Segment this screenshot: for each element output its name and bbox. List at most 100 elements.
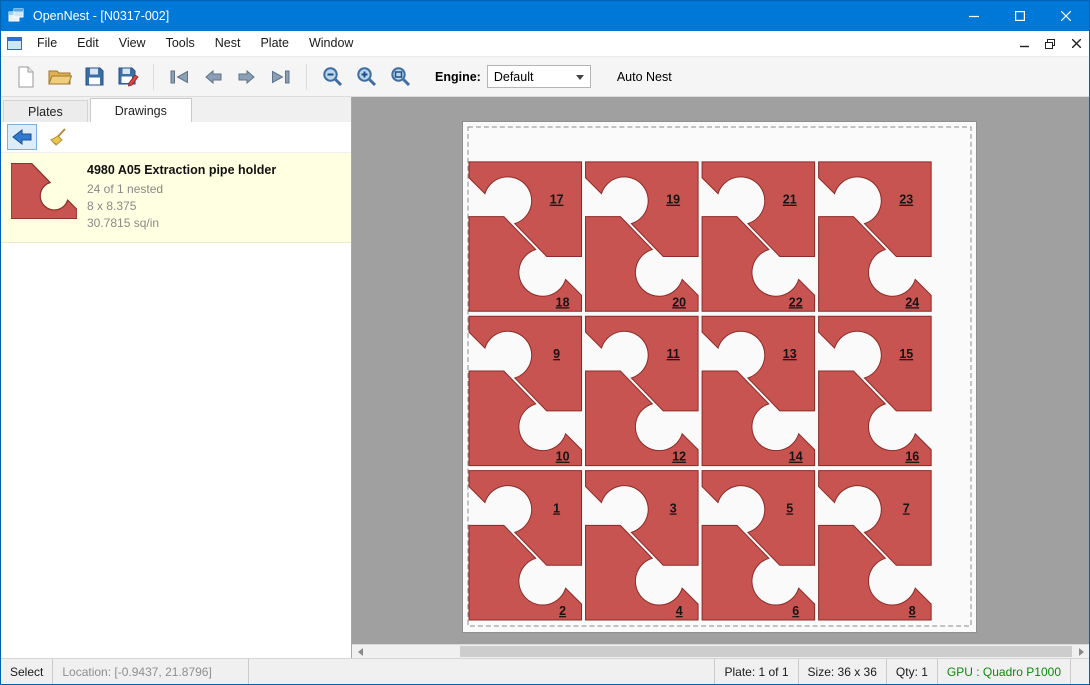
part-number-label: 17	[550, 193, 564, 207]
panel-tabs: Plates Drawings	[1, 97, 351, 122]
engine-selected-value: Default	[494, 70, 534, 84]
nest-canvas[interactable]: 171819202122232491011121314151612345678	[352, 97, 1089, 658]
maximize-icon	[1015, 11, 1025, 21]
save-icon	[85, 67, 104, 86]
next-plate-button[interactable]	[230, 61, 264, 93]
status-size: Size: 36 x 36	[799, 659, 887, 684]
status-qty: Qty: 1	[887, 659, 938, 684]
auto-nest-button[interactable]: Auto Nest	[609, 66, 680, 88]
part-number-label: 10	[556, 450, 570, 464]
zoom-out-icon	[322, 66, 343, 87]
status-tail	[1071, 659, 1089, 684]
app-icon	[1, 8, 31, 24]
part-number-label: 9	[553, 347, 560, 361]
part-area: 30.7815 sq/in	[87, 215, 276, 232]
horizontal-scrollbar[interactable]	[352, 644, 1089, 658]
import-arrow-icon	[12, 129, 32, 145]
engine-select[interactable]: Default	[487, 65, 591, 88]
zoom-in-button[interactable]	[349, 61, 383, 93]
close-icon	[1061, 11, 1071, 21]
drawings-toolbar	[1, 122, 351, 153]
save-edit-icon	[118, 67, 139, 87]
part-number-label: 23	[899, 193, 913, 207]
part-number-label: 3	[670, 501, 677, 515]
mdi-child-icon[interactable]	[1, 37, 27, 50]
engine-label: Engine:	[435, 70, 481, 84]
scroll-right-arrow[interactable]	[1073, 645, 1089, 658]
part-number-label: 2	[559, 604, 566, 618]
save-plate-button[interactable]	[111, 61, 145, 93]
open-button[interactable]	[43, 61, 77, 93]
new-file-button[interactable]	[9, 61, 43, 93]
part-number-label: 7	[903, 501, 910, 515]
part-number-label: 18	[556, 295, 570, 309]
part-thumbnail	[9, 163, 79, 232]
window-title: OpenNest - [N0317-002]	[33, 9, 169, 23]
title-bar: OpenNest - [N0317-002]	[1, 1, 1089, 31]
part-title: 4980 A05 Extraction pipe holder	[87, 163, 276, 177]
menu-window[interactable]: Window	[299, 31, 363, 56]
drawing-list-item[interactable]: 4980 A05 Extraction pipe holder 24 of 1 …	[1, 153, 351, 243]
part-number-label: 13	[783, 347, 797, 361]
menu-edit[interactable]: Edit	[67, 31, 109, 56]
part-number-label: 6	[792, 604, 799, 618]
status-location: Location: [-0.9437, 21.8796]	[53, 659, 249, 684]
menu-tools[interactable]: Tools	[156, 31, 205, 56]
zoom-fit-button[interactable]	[383, 61, 417, 93]
close-button[interactable]	[1043, 1, 1089, 31]
nav-last-icon	[270, 69, 292, 85]
first-plate-button[interactable]	[162, 61, 196, 93]
status-mode: Select	[1, 659, 53, 684]
mdi-close-button[interactable]	[1063, 32, 1089, 56]
nav-prev-icon	[202, 69, 224, 85]
open-folder-icon	[48, 68, 72, 86]
menu-plate[interactable]: Plate	[250, 31, 299, 56]
maximize-button[interactable]	[997, 1, 1043, 31]
scroll-left-arrow[interactable]	[352, 645, 368, 658]
zoom-in-icon	[356, 66, 377, 87]
mdi-minimize-button[interactable]	[1011, 32, 1037, 56]
clean-button[interactable]	[43, 124, 73, 150]
menu-view[interactable]: View	[109, 31, 156, 56]
nav-first-icon	[168, 69, 190, 85]
chevron-down-icon	[576, 75, 584, 80]
save-button[interactable]	[77, 61, 111, 93]
mdi-minimize-icon	[1020, 39, 1029, 48]
mdi-restore-button[interactable]	[1037, 32, 1063, 56]
part-number-label: 8	[909, 604, 916, 618]
part-number-label: 1	[553, 501, 560, 515]
menu-bar: File Edit View Tools Nest Plate Window	[1, 31, 1089, 57]
left-panel: Plates Drawings	[1, 97, 352, 658]
part-number-label: 11	[667, 347, 680, 361]
zoom-fit-icon	[390, 66, 411, 87]
nest-svg: 171819202122232491011121314151612345678	[462, 121, 977, 633]
scrollbar-thumb[interactable]	[460, 646, 1072, 657]
last-plate-button[interactable]	[264, 61, 298, 93]
status-gpu: GPU : Quadro P1000	[938, 659, 1071, 684]
tab-plates[interactable]: Plates	[3, 100, 88, 122]
new-file-icon	[16, 66, 36, 88]
status-plate: Plate: 1 of 1	[715, 659, 798, 684]
nav-next-icon	[236, 69, 258, 85]
minimize-icon	[969, 11, 979, 21]
part-number-label: 5	[786, 501, 793, 515]
part-nested-count: 24 of 1 nested	[87, 181, 276, 198]
main-toolbar: Engine: Default Auto Nest	[1, 57, 1089, 97]
part-number-label: 24	[905, 295, 919, 309]
part-number-label: 20	[672, 295, 686, 309]
part-number-label: 16	[905, 450, 919, 464]
minimize-button[interactable]	[951, 1, 997, 31]
part-number-label: 21	[783, 193, 797, 207]
part-number-label: 4	[676, 604, 683, 618]
tab-drawings[interactable]: Drawings	[90, 98, 192, 123]
part-number-label: 19	[666, 193, 680, 207]
import-drawing-button[interactable]	[7, 124, 37, 150]
menu-file[interactable]: File	[27, 31, 67, 56]
prev-plate-button[interactable]	[196, 61, 230, 93]
zoom-out-button[interactable]	[315, 61, 349, 93]
mdi-close-icon	[1072, 39, 1081, 48]
part-number-label: 15	[899, 347, 913, 361]
menu-nest[interactable]: Nest	[205, 31, 251, 56]
part-number-label: 12	[672, 450, 686, 464]
status-bar: Select Location: [-0.9437, 21.8796] Plat…	[1, 658, 1089, 684]
